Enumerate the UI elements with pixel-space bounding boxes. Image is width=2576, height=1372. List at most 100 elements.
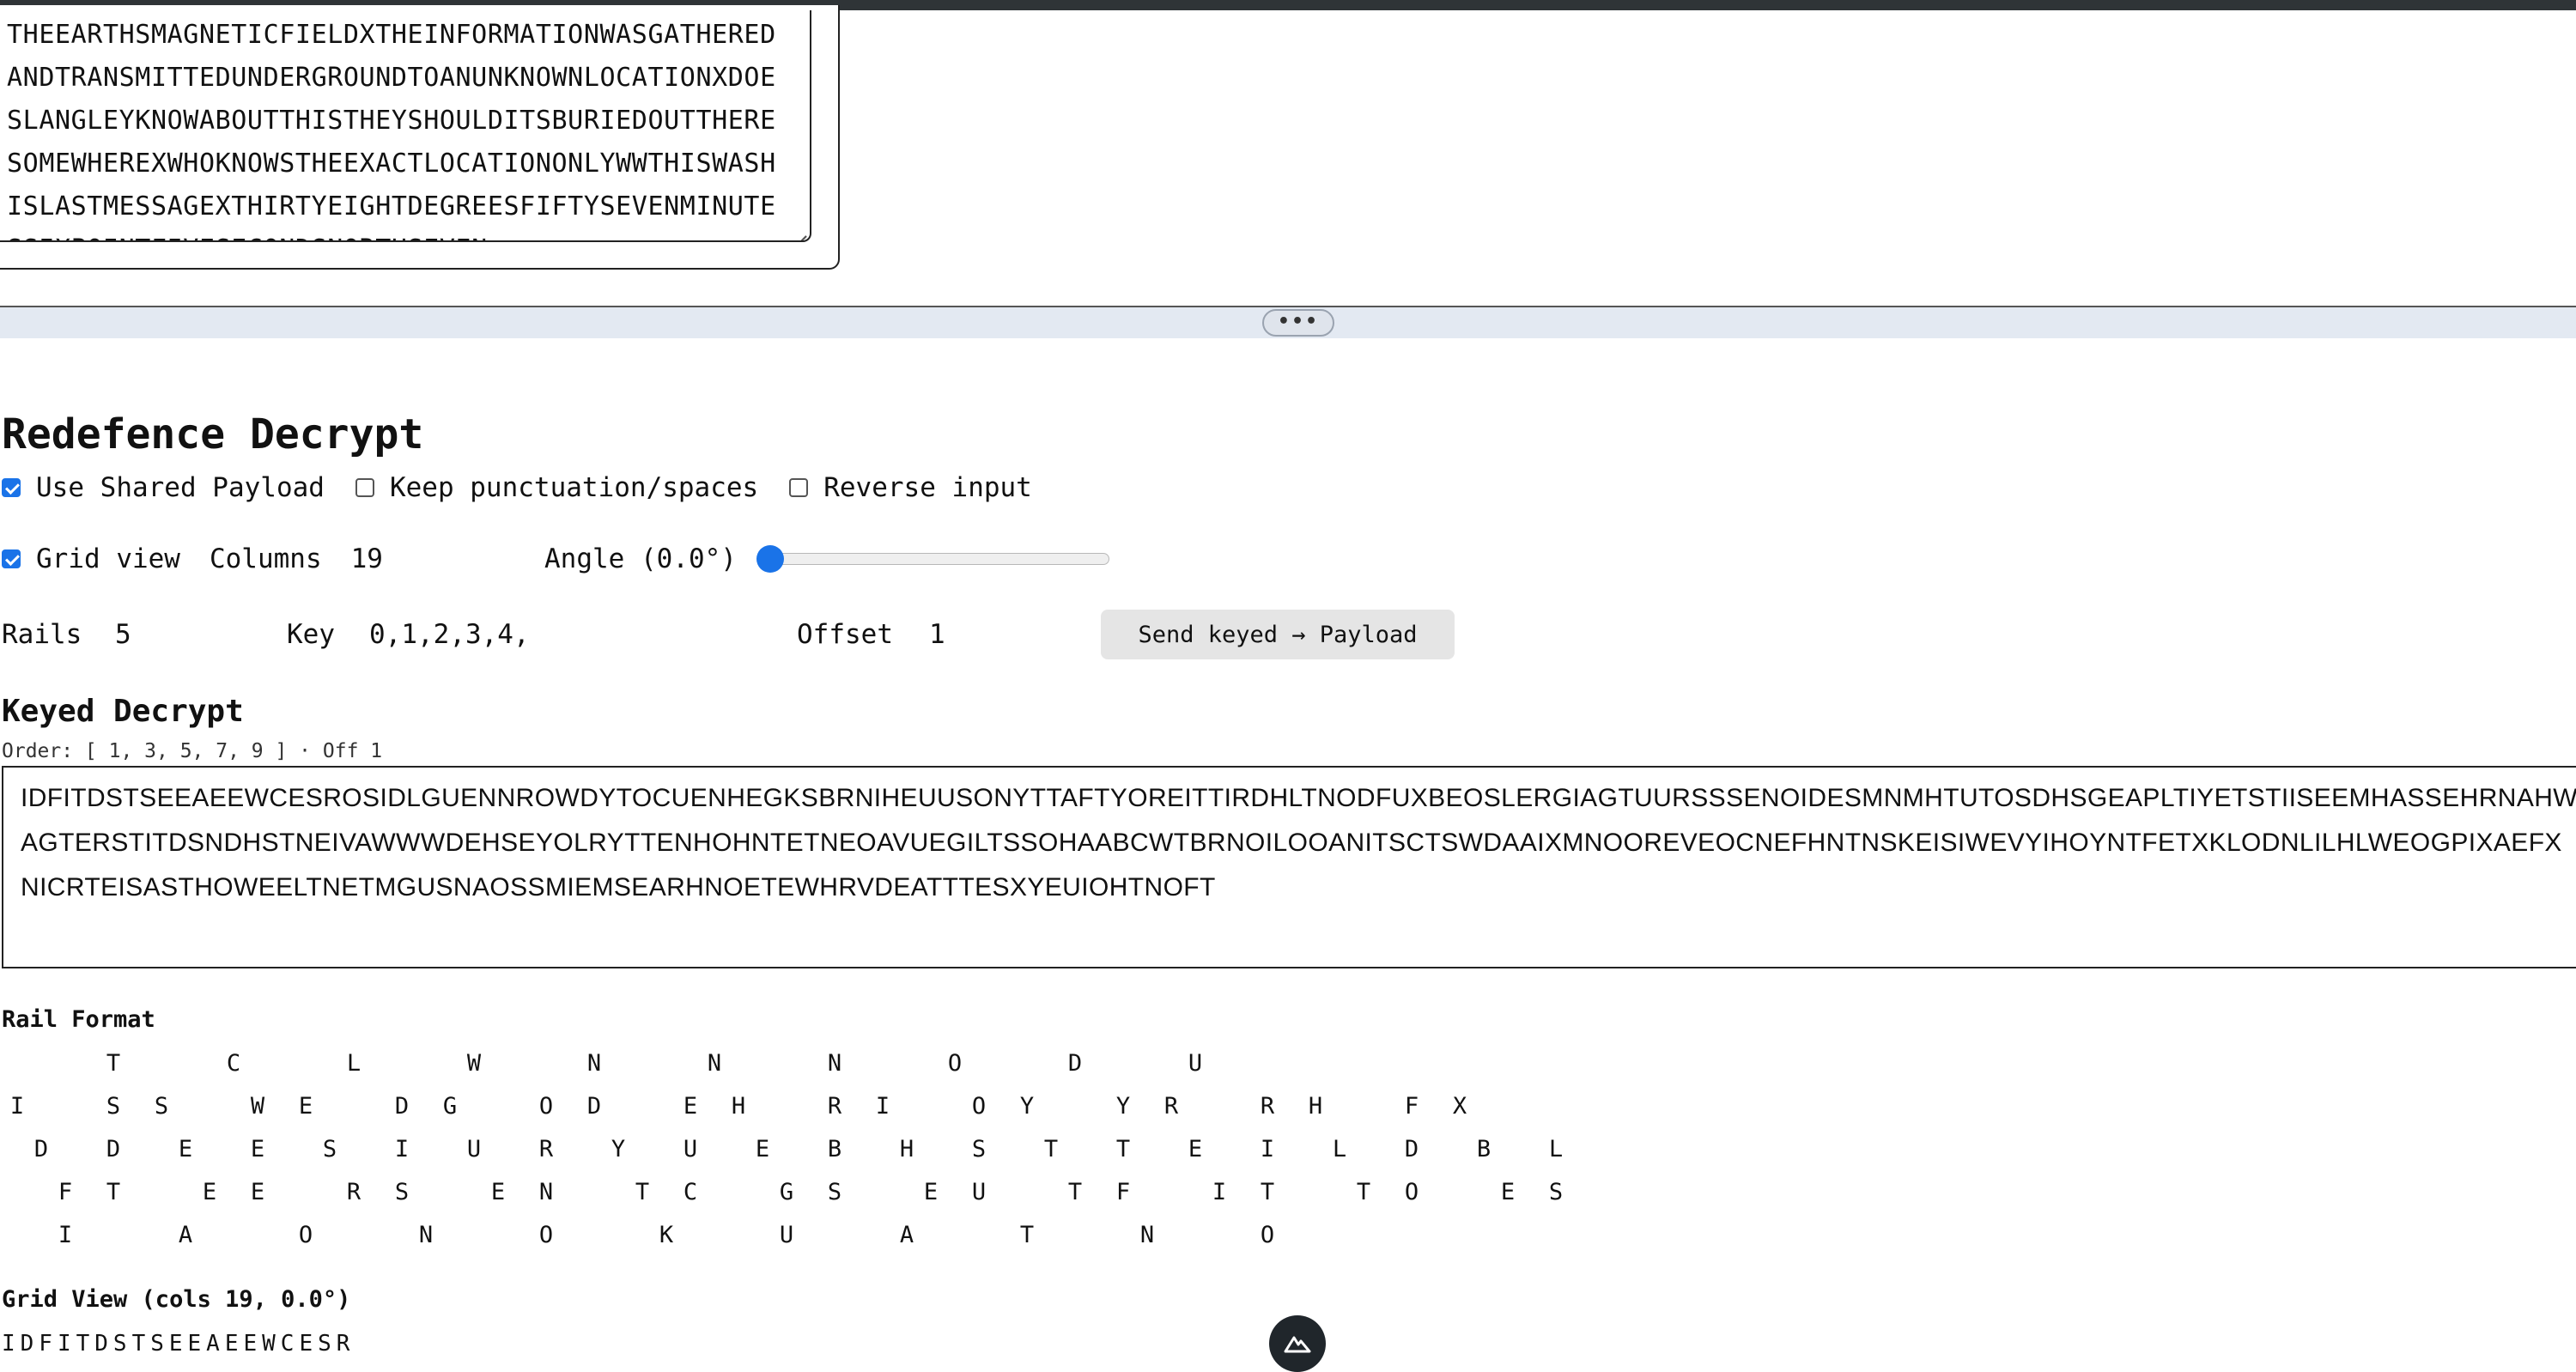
keep-punctuation-checkbox[interactable] (355, 478, 374, 497)
rail-char: H (1308, 1093, 1323, 1120)
rail-char: Y (1019, 1093, 1035, 1120)
textarea-resize-handle[interactable] (794, 225, 806, 237)
rail-char: I (1212, 1179, 1227, 1205)
angle-slider-thumb[interactable] (756, 545, 784, 573)
rail-char: O (298, 1222, 313, 1248)
rail-char: S (1548, 1179, 1564, 1205)
rail-char: S (971, 1136, 987, 1163)
rail-char: S (827, 1179, 842, 1205)
rail-char: O (1260, 1222, 1275, 1248)
rail-char: I (9, 1093, 25, 1120)
rail-char: O (947, 1050, 963, 1077)
rail-char: E (178, 1136, 193, 1163)
rail-char: H (731, 1093, 746, 1120)
rail-char: N (418, 1222, 434, 1248)
columns-input[interactable]: 19 (351, 543, 383, 574)
rail-char: O (1404, 1179, 1419, 1205)
grid-view-first-row: IDFITDSTSEEAEEWCESR (2, 1331, 355, 1357)
rail-char: T (1019, 1222, 1035, 1248)
angle-label: Angle (0.0°) (544, 543, 737, 574)
top-panel: THEEARTHSMAGNETICFIELDXTHEINFORMATIONWAS… (0, 5, 840, 270)
use-shared-payload-label: Use Shared Payload (36, 472, 325, 503)
rail-char: E (250, 1179, 265, 1205)
offset-label: Offset (797, 619, 893, 650)
payload-textarea[interactable]: THEEARTHSMAGNETICFIELDXTHEINFORMATIONWAS… (0, 10, 811, 242)
rail-char: U (683, 1136, 698, 1163)
rail-char: Y (611, 1136, 626, 1163)
use-shared-payload-checkbox[interactable] (2, 478, 21, 497)
rail-char: W (466, 1050, 482, 1077)
rail-char: T (1067, 1179, 1083, 1205)
rail-char: N (538, 1179, 554, 1205)
rail-char: D (1404, 1136, 1419, 1163)
rail-char: S (322, 1136, 337, 1163)
rail-char: R (1260, 1093, 1275, 1120)
rail-char: O (538, 1222, 554, 1248)
rail-char: E (490, 1179, 506, 1205)
send-keyed-to-payload-button[interactable]: Send keyed → Payload (1101, 610, 1455, 659)
keyed-output-textarea[interactable]: IDFITDSTSEEAEEWCESROSIDLGUENNROWDYTOCUEN… (2, 766, 2576, 968)
rail-char: O (538, 1093, 554, 1120)
rail-char: E (755, 1136, 770, 1163)
rail-char: U (466, 1136, 482, 1163)
rail-char: H (899, 1136, 914, 1163)
rail-char: G (442, 1093, 458, 1120)
rail-char: F (58, 1179, 73, 1205)
rail-char: U (1188, 1050, 1203, 1077)
rail-char: R (1163, 1093, 1179, 1120)
rail-char: C (226, 1050, 241, 1077)
nuxt-devtools-button[interactable] (1269, 1315, 1326, 1372)
angle-slider[interactable] (756, 545, 1109, 573)
rail-char: X (1452, 1093, 1467, 1120)
rail-char: D (1067, 1050, 1083, 1077)
rail-char: F (1115, 1179, 1131, 1205)
reverse-input-checkbox[interactable] (789, 478, 809, 497)
rail-char: I (394, 1136, 410, 1163)
rails-label: Rails (2, 619, 82, 650)
rail-char: L (1332, 1136, 1347, 1163)
rail-char: B (1476, 1136, 1492, 1163)
rail-char: N (827, 1050, 842, 1077)
rail-char: I (58, 1222, 73, 1248)
rail-format-label: Rail Format (2, 1006, 155, 1033)
rail-char: E (202, 1179, 217, 1205)
splitter-grip-icon[interactable]: ••• (1262, 309, 1334, 337)
grid-view-checkbox[interactable] (2, 549, 21, 568)
rail-char: R (346, 1179, 361, 1205)
rail-char: I (875, 1093, 890, 1120)
reverse-input-label: Reverse input (823, 472, 1032, 503)
payload-text: THEEARTHSMAGNETICFIELDXTHEINFORMATIONWAS… (7, 20, 776, 240)
rail-char: T (1260, 1179, 1275, 1205)
rail-char: T (1356, 1179, 1371, 1205)
rail-format-grid: TCLWNNNODUISSWEDGODEHRIOYYRRHFXDDEESIURY… (0, 1051, 2576, 1257)
columns-label: Columns (209, 543, 322, 574)
rail-char: T (106, 1179, 121, 1205)
rail-char: E (298, 1093, 313, 1120)
key-input[interactable]: 0,1,2,3,4, (369, 619, 530, 650)
offset-input[interactable]: 1 (929, 619, 945, 650)
rails-input[interactable]: 5 (115, 619, 131, 650)
panel-splitter[interactable]: ••• (0, 306, 2576, 338)
rail-char: L (1548, 1136, 1564, 1163)
rail-char: S (394, 1179, 410, 1205)
rail-char: E (1188, 1136, 1203, 1163)
grid-view-label: Grid view (36, 543, 180, 574)
rail-char: R (538, 1136, 554, 1163)
keyed-output-text: IDFITDSTSEEAEEWCESROSIDLGUENNROWDYTOCUEN… (21, 784, 2576, 902)
rail-char: T (106, 1050, 121, 1077)
rail-char: O (971, 1093, 987, 1120)
rail-char: A (899, 1222, 914, 1248)
rail-char: R (827, 1093, 842, 1120)
key-order-readout: Order: [ 1, 3, 5, 7, 9 ] · Off 1 (2, 740, 383, 762)
rail-char: S (106, 1093, 121, 1120)
rail-char: U (971, 1179, 987, 1205)
rail-char: D (106, 1136, 121, 1163)
rail-char: U (779, 1222, 794, 1248)
rail-char: E (683, 1093, 698, 1120)
keyed-decrypt-title: Keyed Decrypt (2, 694, 244, 729)
rail-char: T (1115, 1136, 1131, 1163)
rail-char: A (178, 1222, 193, 1248)
rail-char: E (250, 1136, 265, 1163)
rail-char: N (586, 1050, 602, 1077)
rail-char: W (250, 1093, 265, 1120)
